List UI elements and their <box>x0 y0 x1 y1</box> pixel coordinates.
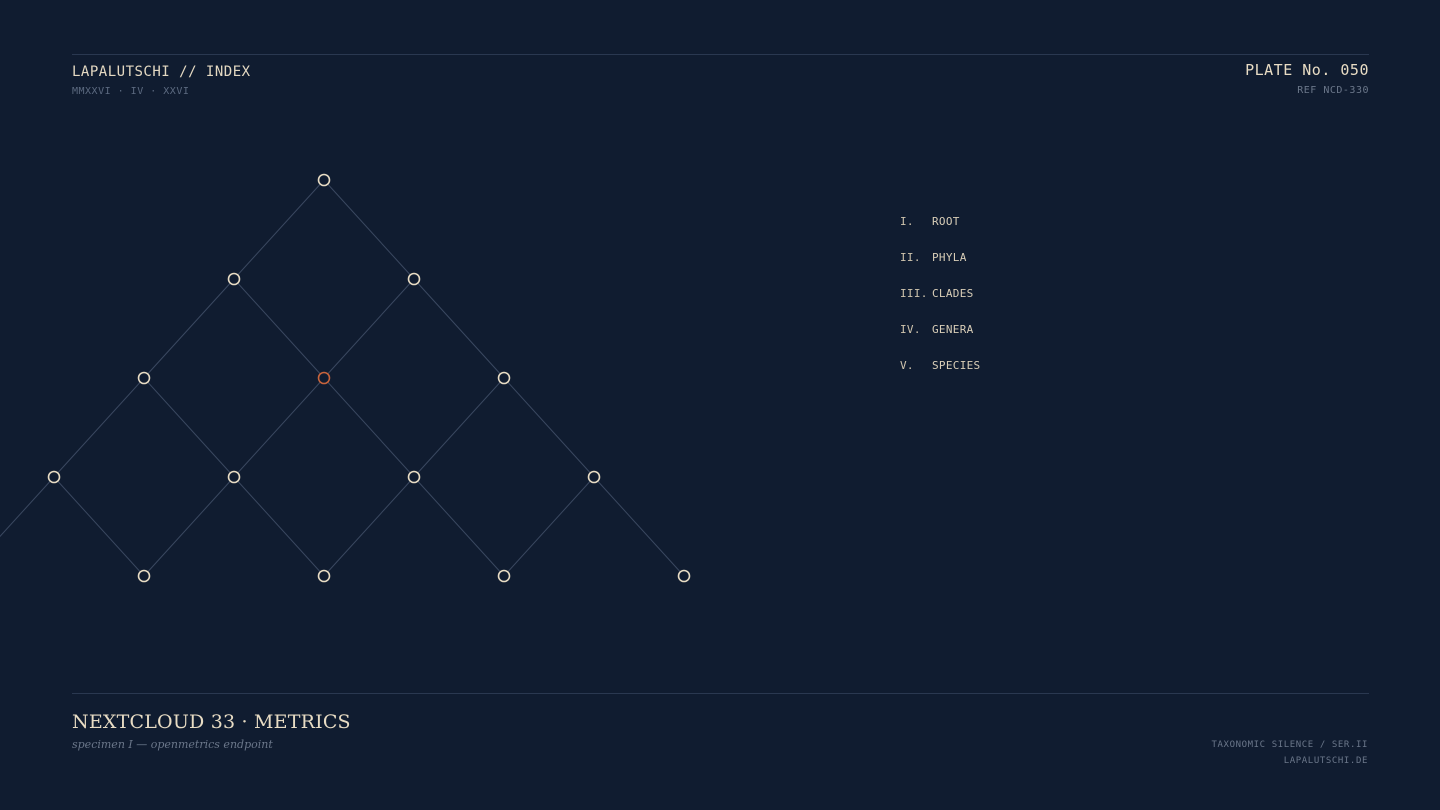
tree-edge <box>323 377 415 478</box>
tree-node <box>497 371 511 385</box>
tree-node <box>677 569 691 583</box>
legend-numeral: V. <box>900 359 914 372</box>
legend-numeral: III. <box>900 287 928 300</box>
tree-node <box>317 173 331 187</box>
tree-node <box>497 569 511 583</box>
legend-numeral: II. <box>900 251 921 264</box>
legend-item-species: V. SPECIES <box>900 359 980 395</box>
legend-label: GENERA <box>932 323 974 336</box>
tree-edge <box>233 377 325 478</box>
tree-edge <box>413 278 505 379</box>
specimen-subtitle: specimen I — openmetrics endpoint <box>72 738 273 751</box>
tree-node <box>47 470 61 484</box>
tree-edge <box>593 476 685 577</box>
reference-code: REF NCD-330 <box>1297 85 1369 96</box>
tree-node <box>407 470 421 484</box>
plate-number: PLATE No. 050 <box>1245 61 1369 79</box>
legend-label: CLADES <box>932 287 974 300</box>
legend-item-clades: III. CLADES <box>900 287 980 323</box>
tree-edges <box>0 179 685 577</box>
tree-node <box>137 371 151 385</box>
tree-node <box>407 272 421 286</box>
site-label: LAPALUTSCHI.DE <box>1283 756 1368 766</box>
tree-edge <box>53 377 145 478</box>
tree-nodes <box>47 173 691 583</box>
tree-edge <box>323 179 415 280</box>
tree-edge <box>233 278 325 379</box>
rank-legend: I. ROOT II. PHYLA III. CLADES IV. GENERA… <box>900 215 980 395</box>
tree-edge <box>53 476 145 577</box>
legend-numeral: IV. <box>900 323 921 336</box>
footer-right: TAXONOMIC SILENCE / SER.II LAPALUTSCHI.D… <box>1212 737 1368 769</box>
tree-edge <box>0 476 55 538</box>
tree-edge <box>503 377 595 478</box>
legend-item-phyla: II. PHYLA <box>900 251 980 287</box>
footer-left: NEXTCLOUD 33 · METRICS specimen I — open… <box>72 711 351 751</box>
legend-item-genera: IV. GENERA <box>900 323 980 359</box>
tree-edge <box>413 377 505 478</box>
tree-edge <box>323 476 415 577</box>
tree-edge <box>503 476 595 577</box>
tree-edge <box>143 476 235 577</box>
legend-label: ROOT <box>932 215 960 228</box>
legend-item-root: I. ROOT <box>900 215 980 251</box>
series-label: TAXONOMIC SILENCE / SER.II <box>1211 740 1368 750</box>
tree-edge <box>233 476 325 577</box>
tree-edge <box>413 476 505 577</box>
legend-numeral: I. <box>900 215 914 228</box>
tree-node <box>227 470 241 484</box>
tree-node <box>227 272 241 286</box>
tree-edge <box>323 278 415 379</box>
tree-edge <box>143 278 235 379</box>
footer-rule <box>72 693 1369 694</box>
legend-label: PHYLA <box>932 251 967 264</box>
tree-edge <box>233 179 325 280</box>
tree-node <box>587 470 601 484</box>
taxonomy-tree-diagram <box>0 173 691 583</box>
tree-node <box>317 569 331 583</box>
tree-edge <box>143 377 235 478</box>
header-right: PLATE No. 050 REF NCD-330 <box>1245 61 1369 96</box>
legend-label: SPECIES <box>932 359 981 372</box>
tree-node <box>137 569 151 583</box>
specimen-title: NEXTCLOUD 33 · METRICS <box>72 711 351 733</box>
tree-node-highlighted <box>317 371 331 385</box>
